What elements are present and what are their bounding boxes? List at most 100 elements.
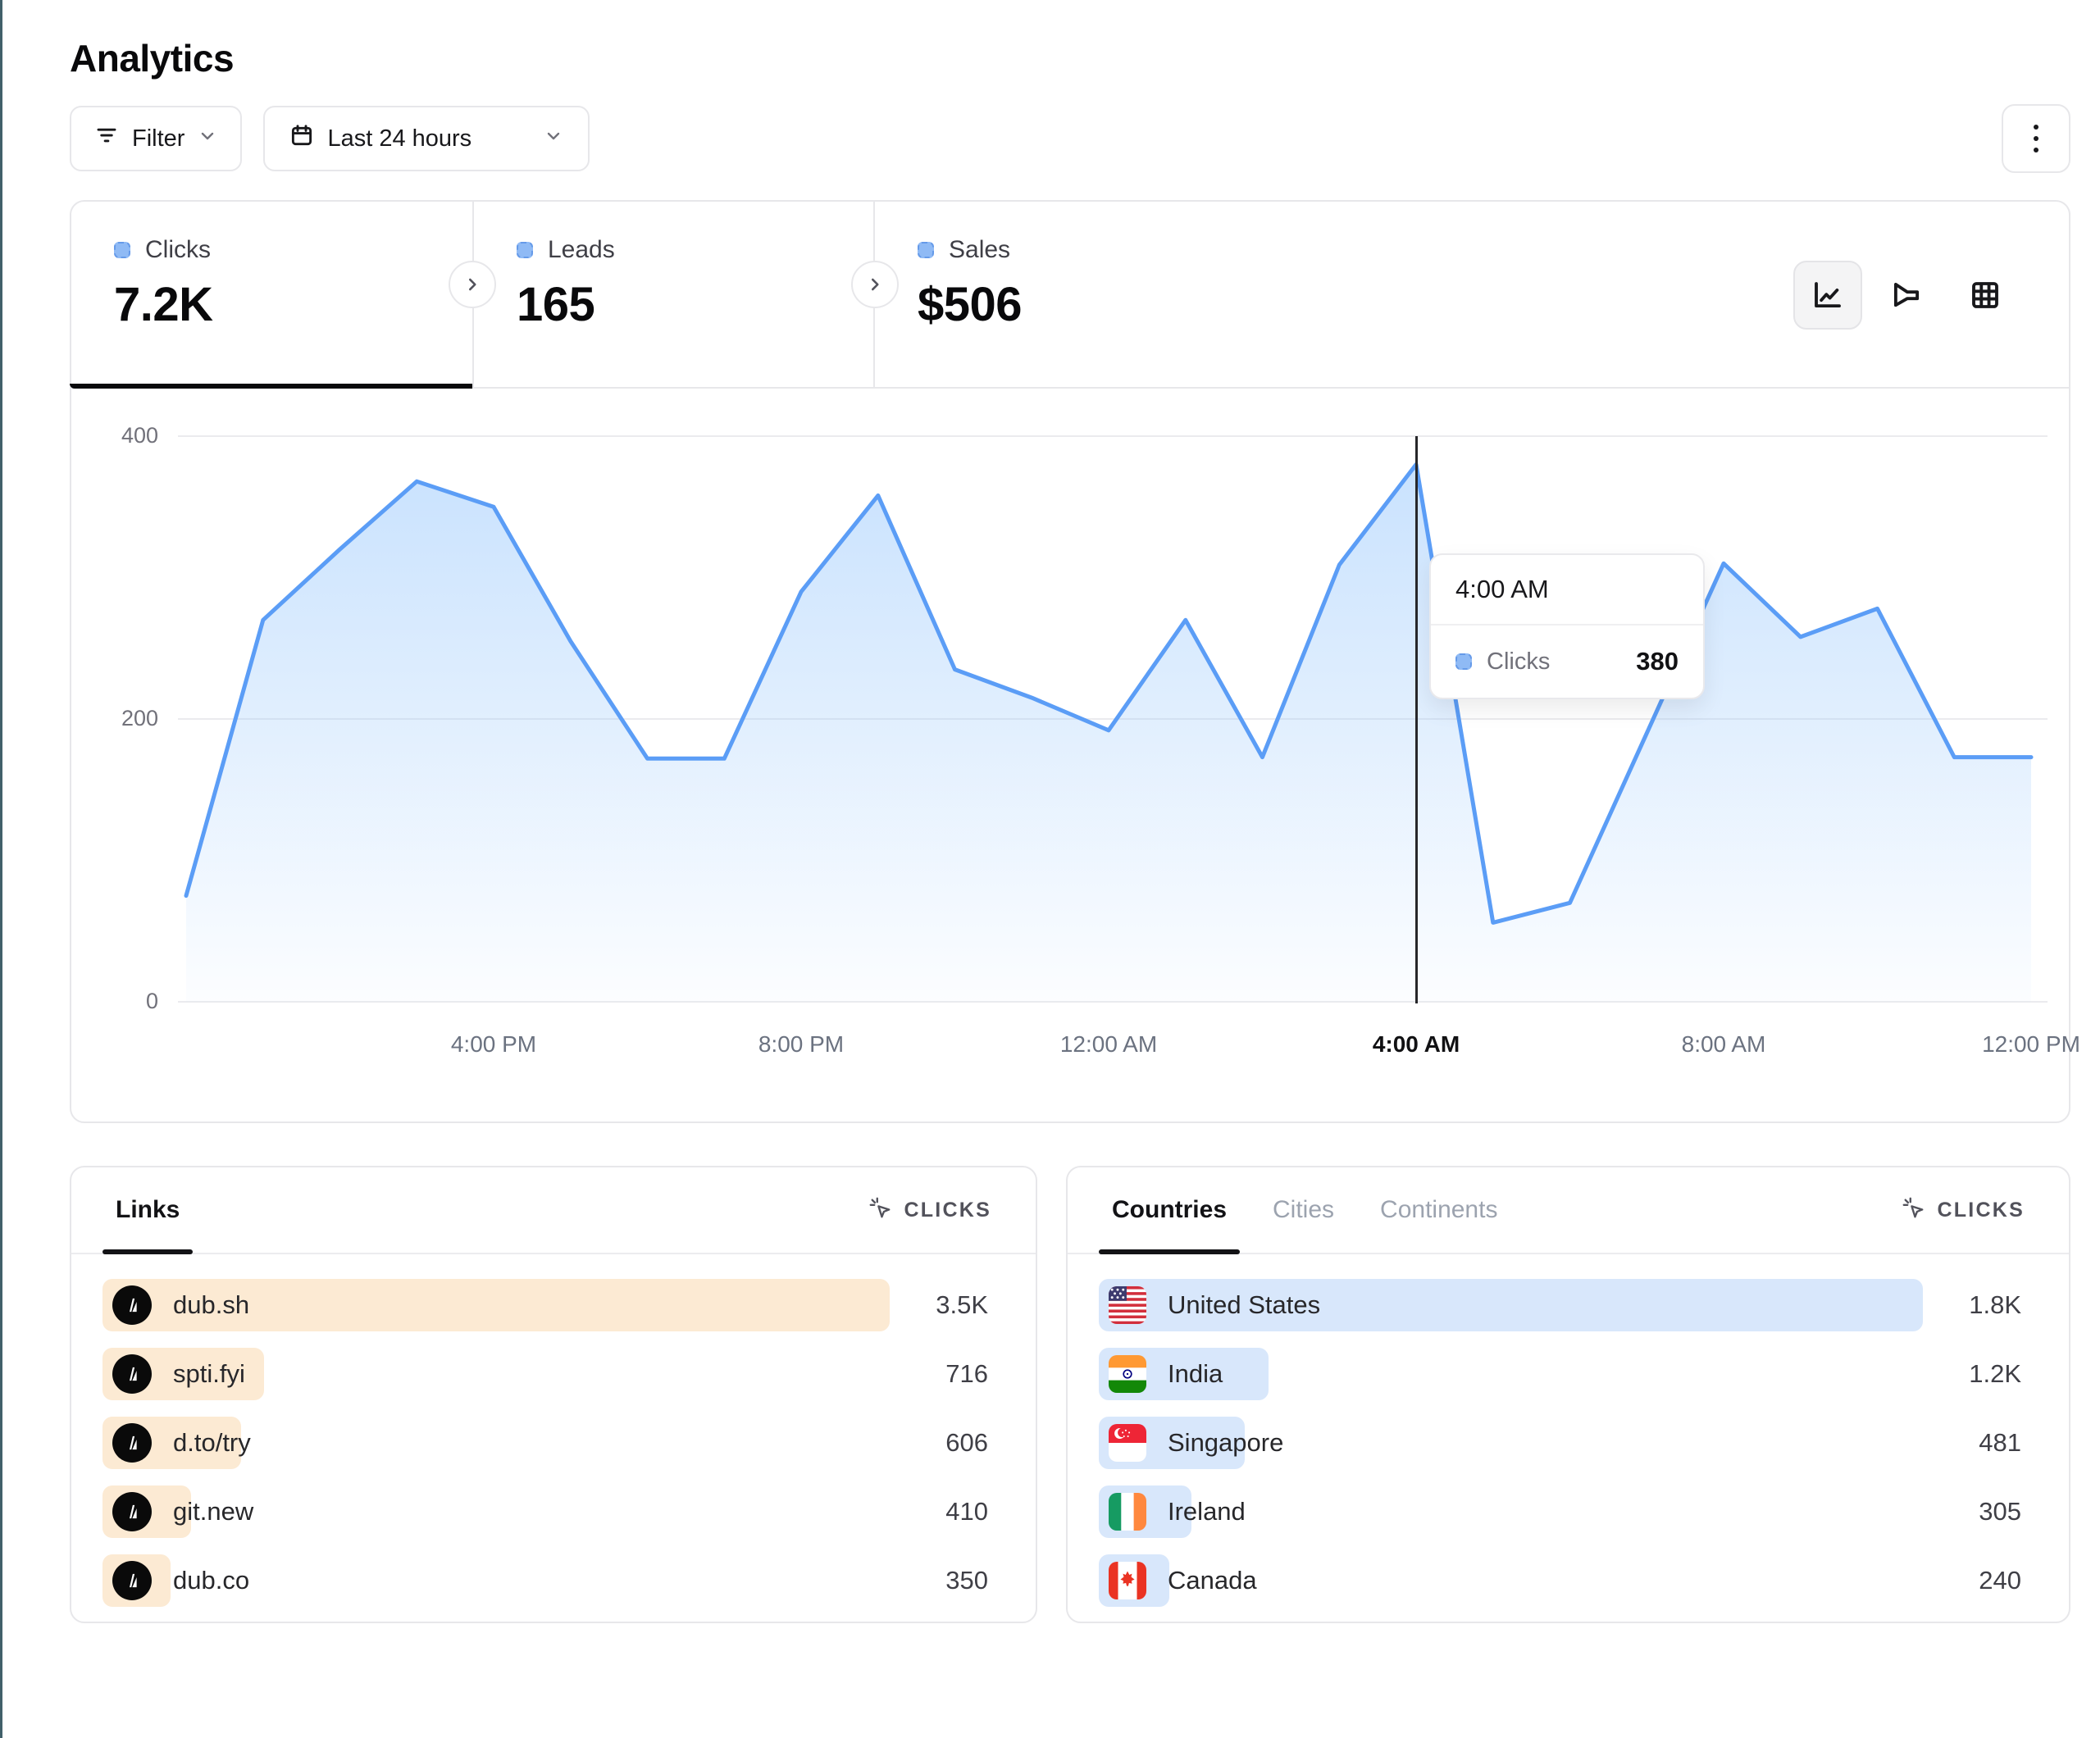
countries-list: United States 1.8K India 1.2K Singapore … <box>1068 1254 2069 1607</box>
funnel-chart-icon <box>1889 278 1924 312</box>
x-tick-label: 8:00 PM <box>711 1031 891 1058</box>
countries-metric-label: CLICKS <box>1937 1199 2025 1222</box>
chevron-down-icon <box>544 125 563 152</box>
stats-tabs: Clicks 7.2K Leads 165 Sales $506 <box>71 202 2069 389</box>
link-row[interactable]: dub.sh 3.5K <box>102 1279 988 1331</box>
country-label: India <box>1168 1359 1223 1389</box>
link-row[interactable]: dub.co 350 <box>102 1554 988 1607</box>
country-row[interactable]: India 1.2K <box>1099 1348 2021 1400</box>
country-clicks-count: 305 <box>1923 1497 2021 1526</box>
toolbar: Filter Last 24 hours <box>70 105 2070 172</box>
country-row[interactable]: Canada 240 <box>1099 1554 2021 1607</box>
date-range-button[interactable]: Last 24 hours <box>263 106 590 171</box>
page-title: Analytics <box>70 36 2070 80</box>
link-row[interactable]: d.to/try 606 <box>102 1417 988 1469</box>
clicks-timeseries-chart[interactable]: 4002000 4:00 PM8:00 PM12:00 AM4:00 AM8:0… <box>71 395 2069 1122</box>
x-tick-label: 4:00 AM <box>1326 1031 1506 1058</box>
area-fill <box>186 465 2031 1003</box>
cities-tab-label: Cities <box>1273 1196 1334 1224</box>
filter-button[interactable]: Filter <box>70 106 242 171</box>
breakdown-panels: Links CLICKS <box>70 1166 2070 1623</box>
filter-button-label: Filter <box>132 125 184 152</box>
country-flag-icon <box>1109 1424 1146 1462</box>
dub-logo-icon <box>112 1492 152 1531</box>
tab-cities[interactable]: Cities <box>1273 1167 1334 1253</box>
y-tick-label: 200 <box>88 706 158 731</box>
country-label: Singapore <box>1168 1428 1283 1458</box>
chart-tooltip: 4:00 AM Clicks 380 <box>1429 553 1705 699</box>
chevron-down-icon <box>198 125 217 152</box>
grid-table-icon <box>1968 278 2002 312</box>
y-tick-label: 0 <box>88 989 158 1014</box>
leads-legend-square <box>517 242 533 258</box>
cursor-click-icon <box>1901 1195 1925 1226</box>
tab-continents[interactable]: Continents <box>1380 1167 1497 1253</box>
link-clicks-count: 606 <box>890 1428 988 1458</box>
chart-plot <box>178 395 2048 1043</box>
analytics-chart-card: Clicks 7.2K Leads 165 Sales $506 <box>70 200 2070 1123</box>
expand-leads-button[interactable] <box>851 261 899 308</box>
sales-legend-square <box>918 242 934 258</box>
country-flag-icon <box>1109 1286 1146 1324</box>
chevron-right-icon <box>864 274 886 295</box>
tab-sales[interactable]: Sales $506 <box>873 202 1274 387</box>
links-tab-label: Links <box>116 1196 180 1224</box>
line-chart-view-button[interactable] <box>1793 261 1862 330</box>
dub-logo-icon <box>112 1285 152 1325</box>
sales-tab-label: Sales <box>949 236 1010 264</box>
tab-links[interactable]: Links <box>116 1167 180 1253</box>
links-panel-header: Links CLICKS <box>71 1167 1036 1254</box>
analytics-page: Analytics Filter Last 24 hours <box>70 0 2070 1623</box>
link-label: d.to/try <box>173 1428 251 1458</box>
country-row[interactable]: Ireland 305 <box>1099 1485 2021 1538</box>
link-row[interactable]: spti.fyi 716 <box>102 1348 988 1400</box>
tab-countries[interactable]: Countries <box>1112 1167 1227 1253</box>
expand-clicks-button[interactable] <box>449 261 496 308</box>
table-view-button[interactable] <box>1951 261 2020 330</box>
more-options-button[interactable] <box>2002 104 2070 173</box>
tab-leads[interactable]: Leads 165 <box>472 202 873 387</box>
window-edge-accent <box>0 0 2 1738</box>
countries-panel: Countries Cities Continents CLICKS <box>1066 1166 2070 1623</box>
link-clicks-count: 3.5K <box>890 1290 988 1320</box>
calendar-icon <box>289 123 314 154</box>
tab-clicks[interactable]: Clicks 7.2K <box>71 202 472 387</box>
country-clicks-count: 240 <box>1923 1566 2021 1595</box>
chart-crosshair <box>1415 436 1418 1003</box>
x-tick-label: 4:00 PM <box>403 1031 584 1058</box>
tooltip-series-label: Clicks <box>1487 648 1550 676</box>
kebab-icon <box>2034 125 2039 130</box>
filter-icon <box>94 123 119 154</box>
tooltip-legend-square <box>1455 653 1472 670</box>
link-label: dub.sh <box>173 1290 249 1320</box>
links-metric-selector[interactable]: CLICKS <box>868 1167 991 1253</box>
dub-logo-icon <box>112 1561 152 1600</box>
countries-metric-selector[interactable]: CLICKS <box>1901 1167 2025 1253</box>
cursor-click-icon <box>868 1195 892 1226</box>
country-clicks-count: 1.2K <box>1923 1359 2021 1389</box>
country-flag-icon <box>1109 1562 1146 1599</box>
links-list: dub.sh 3.5K spti.fyi 716 <box>71 1254 1036 1607</box>
country-label: Ireland <box>1168 1497 1246 1526</box>
country-row[interactable]: United States 1.8K <box>1099 1279 2021 1331</box>
country-row[interactable]: Singapore 481 <box>1099 1417 2021 1469</box>
dub-logo-icon <box>112 1423 152 1463</box>
country-label: United States <box>1168 1290 1320 1320</box>
date-range-label: Last 24 hours <box>327 125 471 152</box>
country-clicks-count: 1.8K <box>1923 1290 2021 1320</box>
sales-tab-value: $506 <box>918 277 1274 332</box>
x-tick-label: 12:00 AM <box>1018 1031 1199 1058</box>
link-row[interactable]: git.new 410 <box>102 1485 988 1538</box>
clicks-legend-square <box>114 242 130 258</box>
x-tick-label: 8:00 AM <box>1633 1031 1814 1058</box>
countries-tab-label: Countries <box>1112 1196 1227 1224</box>
clicks-tab-label: Clicks <box>145 236 211 264</box>
links-panel: Links CLICKS <box>70 1166 1037 1623</box>
link-clicks-count: 410 <box>890 1497 988 1526</box>
link-label: dub.co <box>173 1566 249 1595</box>
link-clicks-count: 716 <box>890 1359 988 1389</box>
country-flag-icon <box>1109 1355 1146 1393</box>
tooltip-series-value: 380 <box>1636 647 1679 676</box>
funnel-chart-view-button[interactable] <box>1872 261 1941 330</box>
line-chart-icon <box>1811 278 1845 312</box>
